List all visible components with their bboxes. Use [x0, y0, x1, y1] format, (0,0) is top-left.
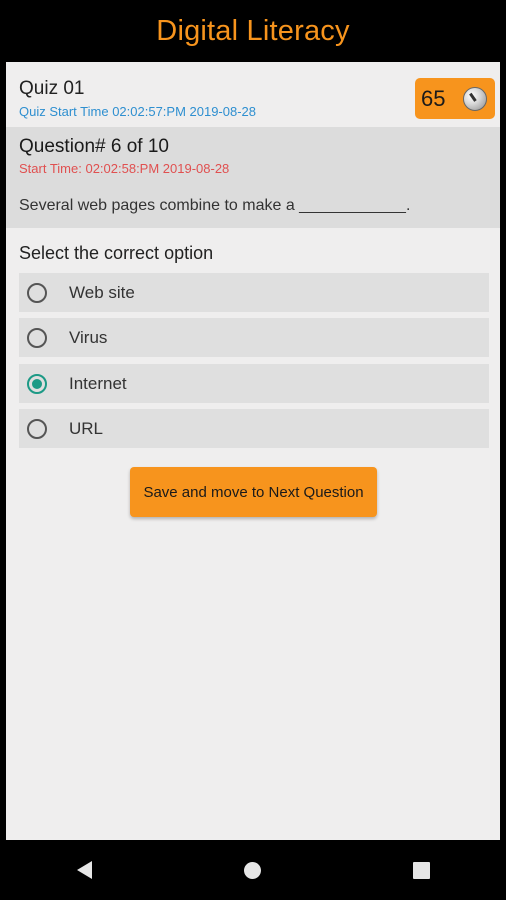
- nav-back-button[interactable]: [54, 840, 114, 900]
- recents-icon: [413, 861, 431, 879]
- nav-home-button[interactable]: [223, 840, 283, 900]
- radio-button-selected[interactable]: [27, 373, 47, 394]
- system-nav-bar: [0, 840, 506, 900]
- quiz-header: Quiz 01 Quiz Start Time 02:02:57:PM 2019…: [6, 62, 500, 127]
- timer-badge: 65: [415, 78, 495, 119]
- option-label: URL: [69, 418, 104, 438]
- question-start-time: Start Time: 02:02:58:PM 2019-08-28: [19, 161, 230, 176]
- question-text: Several web pages combine to make a ____…: [19, 197, 411, 214]
- options-heading: Select the correct option: [19, 243, 214, 263]
- back-icon: [76, 861, 92, 879]
- option-label: Internet: [69, 373, 127, 393]
- home-icon: [244, 861, 262, 879]
- quiz-title: Quiz 01: [19, 78, 85, 99]
- timer-value: 65: [421, 85, 446, 111]
- save-next-button[interactable]: Save and move to Next Question: [130, 467, 377, 517]
- option-url[interactable]: URL: [19, 409, 489, 448]
- option-web-site[interactable]: Web site: [19, 273, 489, 312]
- app-title: Digital Literacy: [156, 14, 350, 47]
- stopwatch-icon: [463, 86, 487, 111]
- nav-recents-button[interactable]: [392, 840, 452, 900]
- option-virus[interactable]: Virus: [19, 318, 489, 357]
- radio-button[interactable]: [27, 327, 47, 348]
- option-label: Virus: [69, 327, 108, 347]
- app-bar: Digital Literacy: [0, 0, 506, 62]
- quiz-start-time: Quiz Start Time 02:02:57:PM 2019-08-28: [19, 104, 257, 119]
- option-internet[interactable]: Internet: [19, 364, 489, 403]
- question-number: Question# 6 of 10: [19, 136, 169, 157]
- radio-button[interactable]: [27, 418, 47, 439]
- quiz-content: Quiz 01 Quiz Start Time 02:02:57:PM 2019…: [6, 62, 500, 840]
- radio-button[interactable]: [27, 282, 47, 303]
- option-label: Web site: [69, 282, 135, 302]
- question-panel: Question# 6 of 10 Start Time: 02:02:58:P…: [6, 127, 500, 228]
